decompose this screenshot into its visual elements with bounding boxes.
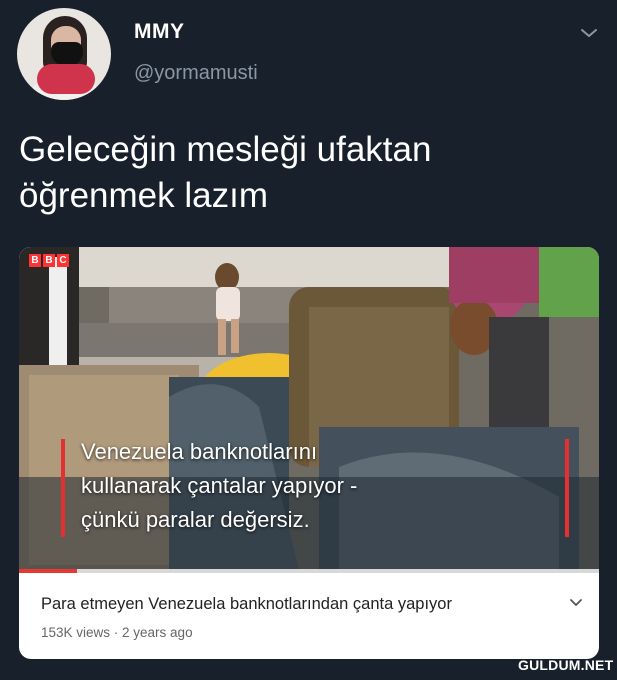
- display-name[interactable]: MMY: [134, 20, 185, 44]
- video-card[interactable]: B B C Venezuela banknotlarını kullanarak…: [19, 247, 599, 659]
- user-handle[interactable]: @yormamusti: [134, 62, 258, 85]
- caption-line-3: çünkü paralar değersiz.: [81, 507, 310, 532]
- caption-line-1: Venezuela banknotlarını: [81, 439, 318, 464]
- bbc-logo-c: C: [57, 254, 69, 267]
- video-caption: Venezuela banknotlarını kullanarak çanta…: [81, 435, 357, 537]
- bbc-logo-b2: B: [43, 254, 55, 267]
- tweet-text: Geleceğin mesleği ufaktan öğrenmek lazım: [19, 127, 589, 219]
- avatar-mask: [51, 42, 83, 66]
- avatar-scarf: [37, 64, 95, 94]
- caption-line-2: kullanarak çantalar yapıyor -: [81, 473, 358, 498]
- video-progress-fill: [19, 569, 77, 573]
- tweet-text-line-1: Geleceğin mesleği ufaktan: [19, 130, 432, 169]
- expand-chevron-icon[interactable]: [569, 598, 583, 608]
- video-progress-bar[interactable]: [19, 569, 599, 573]
- video-meta: 153K views · 2 years ago: [41, 625, 193, 640]
- watermark: GULDUM.NET: [518, 657, 614, 673]
- bbc-logo: B B C: [29, 254, 69, 267]
- bbc-logo-b1: B: [29, 254, 41, 267]
- avatar[interactable]: [17, 8, 111, 100]
- video-title[interactable]: Para etmeyen Venezuela banknotlarından ç…: [41, 595, 452, 614]
- chevron-down-icon[interactable]: [580, 26, 598, 40]
- tweet-text-line-2: öğrenmek lazım: [19, 176, 268, 215]
